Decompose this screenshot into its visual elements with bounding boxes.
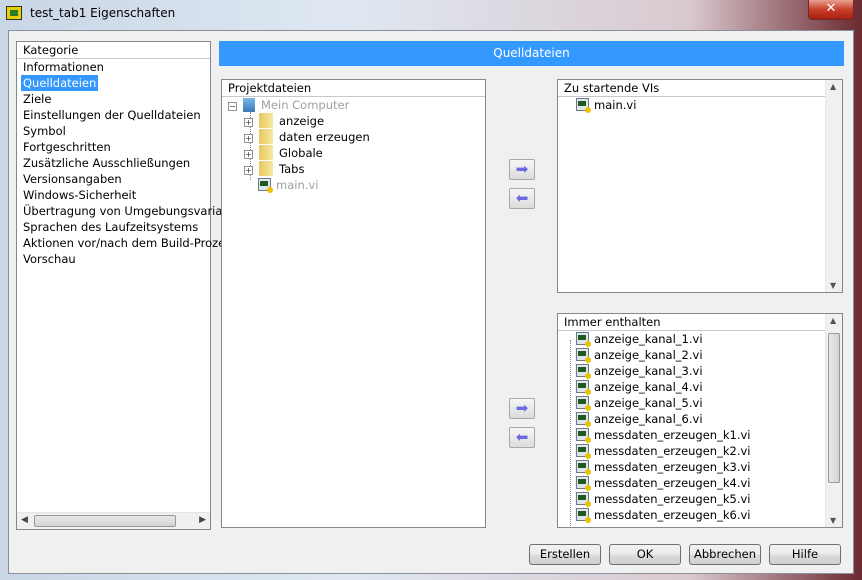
category-header: Kategorie bbox=[17, 42, 210, 59]
scroll-down-icon[interactable]: ▼ bbox=[830, 281, 836, 290]
list-item[interactable]: messdaten_erzeugen_k1.vi bbox=[576, 427, 750, 443]
vi-icon bbox=[576, 364, 591, 379]
vi-icon bbox=[576, 460, 591, 475]
folder-icon bbox=[259, 113, 273, 128]
app-icon bbox=[6, 6, 22, 20]
scroll-thumb[interactable] bbox=[828, 333, 840, 483]
scroll-up-icon[interactable]: ▲ bbox=[830, 82, 836, 91]
cancel-button[interactable]: Abbrechen bbox=[689, 544, 761, 565]
sidebar-item[interactable]: Einstellungen der Quelldateien bbox=[23, 107, 201, 123]
list-item[interactable]: anzeige_kanal_3.vi bbox=[576, 363, 703, 379]
list-item[interactable]: anzeige_kanal_5.vi bbox=[576, 395, 703, 411]
list-item[interactable]: messdaten_erzeugen_k3.vi bbox=[576, 459, 750, 475]
tree-folder[interactable]: + Tabs bbox=[244, 161, 304, 177]
vi-icon bbox=[576, 396, 591, 411]
remove-always-button[interactable]: ⬅ bbox=[509, 427, 535, 448]
scroll-left-icon[interactable]: ◀ bbox=[21, 515, 28, 525]
vi-icon bbox=[576, 332, 591, 347]
sidebar-item[interactable]: Symbol bbox=[23, 123, 66, 139]
sidebar-item[interactable]: Fortgeschritten bbox=[23, 139, 111, 155]
folder-icon bbox=[259, 145, 273, 160]
project-files-tree[interactable]: Projektdateien − Mein Computer + anzeige + d… bbox=[221, 79, 486, 528]
vi-icon bbox=[576, 444, 591, 459]
startup-vis-list[interactable]: Zu startende VIs main.vi ▲ ▼ bbox=[557, 79, 843, 293]
sidebar-item[interactable]: Ziele bbox=[23, 91, 51, 107]
sidebar-item[interactable]: Quelldateien bbox=[21, 75, 99, 91]
vertical-scrollbar[interactable]: ▲ ▼ bbox=[825, 314, 842, 527]
expand-icon[interactable]: + bbox=[244, 150, 253, 159]
sidebar-item[interactable]: Zusätzliche Ausschließungen bbox=[23, 155, 190, 171]
always-included-list[interactable]: Immer enthalten anzeige_kanal_1.vi anzeig… bbox=[557, 313, 843, 528]
vi-icon bbox=[576, 348, 591, 363]
computer-icon bbox=[243, 98, 255, 112]
tree-root[interactable]: − Mein Computer bbox=[228, 97, 349, 113]
list-item[interactable]: anzeige_kanal_6.vi bbox=[576, 411, 703, 427]
list-item[interactable]: messdaten_erzeugen_k5.vi bbox=[576, 491, 750, 507]
sidebar-item[interactable]: Windows-Sicherheit bbox=[23, 187, 136, 203]
sidebar-item[interactable]: Informationen bbox=[23, 59, 104, 75]
vi-icon bbox=[576, 380, 591, 395]
folder-icon bbox=[259, 129, 273, 144]
list-item[interactable]: messdaten_erzeugen_k4.vi bbox=[576, 475, 750, 491]
add-always-button[interactable]: ➡ bbox=[509, 398, 535, 419]
startup-header: Zu startende VIs bbox=[558, 80, 825, 97]
ok-button[interactable]: OK bbox=[609, 544, 681, 565]
sidebar-item[interactable]: Versionsangaben bbox=[23, 171, 122, 187]
vi-icon bbox=[576, 412, 591, 427]
vi-icon bbox=[576, 428, 591, 443]
sidebar-item[interactable]: Sprachen des Laufzeitsystems bbox=[23, 219, 198, 235]
close-button[interactable]: ✕ bbox=[808, 0, 854, 20]
vi-icon bbox=[576, 476, 591, 491]
list-item[interactable]: anzeige_kanal_4.vi bbox=[576, 379, 703, 395]
always-header: Immer enthalten bbox=[558, 314, 825, 331]
vi-icon bbox=[576, 508, 591, 523]
page-title: Quelldateien bbox=[219, 41, 844, 66]
collapse-icon[interactable]: − bbox=[228, 102, 237, 111]
vi-icon bbox=[576, 98, 591, 113]
sidebar-item[interactable]: Vorschau bbox=[23, 251, 76, 267]
scroll-up-icon[interactable]: ▲ bbox=[830, 316, 836, 325]
vi-icon bbox=[576, 492, 591, 507]
project-files-header: Projektdateien bbox=[222, 80, 485, 97]
expand-icon[interactable]: + bbox=[244, 118, 253, 127]
vi-icon bbox=[258, 178, 273, 193]
folder-icon bbox=[259, 161, 273, 176]
sidebar-item[interactable]: Aktionen vor/nach dem Build-Proze bbox=[23, 235, 225, 251]
list-item[interactable]: messdaten_erzeugen_k6.vi bbox=[576, 507, 750, 523]
category-list[interactable]: Kategorie Informationen Quelldateien Ziele… bbox=[16, 41, 230, 530]
list-item[interactable]: anzeige_kanal_1.vi bbox=[576, 331, 703, 347]
list-item[interactable]: anzeige_kanal_2.vi bbox=[576, 347, 703, 363]
help-button[interactable]: Hilfe bbox=[769, 544, 841, 565]
horizontal-scrollbar[interactable]: ◀ ▶ bbox=[17, 512, 210, 529]
vertical-scrollbar[interactable]: ▲ ▼ bbox=[825, 80, 842, 292]
list-item[interactable]: messdaten_erzeugen_k2.vi bbox=[576, 443, 750, 459]
scroll-down-icon[interactable]: ▼ bbox=[830, 516, 836, 525]
add-startup-button[interactable]: ➡ bbox=[509, 159, 535, 180]
build-button[interactable]: Erstellen bbox=[529, 544, 601, 565]
expand-icon[interactable]: + bbox=[244, 166, 253, 175]
window-title: test_tab1 Eigenschaften bbox=[30, 6, 176, 20]
sidebar-item[interactable]: Übertragung von Umgebungsvariab bbox=[23, 203, 230, 219]
scroll-right-icon[interactable]: ▶ bbox=[199, 515, 206, 525]
tree-folder[interactable]: + daten erzeugen bbox=[244, 129, 370, 145]
tree-file[interactable]: main.vi bbox=[258, 177, 318, 193]
tree-folder[interactable]: + Globale bbox=[244, 145, 323, 161]
scroll-thumb[interactable] bbox=[34, 515, 176, 527]
expand-icon[interactable]: + bbox=[244, 134, 253, 143]
remove-startup-button[interactable]: ⬅ bbox=[509, 188, 535, 209]
tree-folder[interactable]: + anzeige bbox=[244, 113, 324, 129]
list-item[interactable]: main.vi bbox=[576, 97, 636, 113]
